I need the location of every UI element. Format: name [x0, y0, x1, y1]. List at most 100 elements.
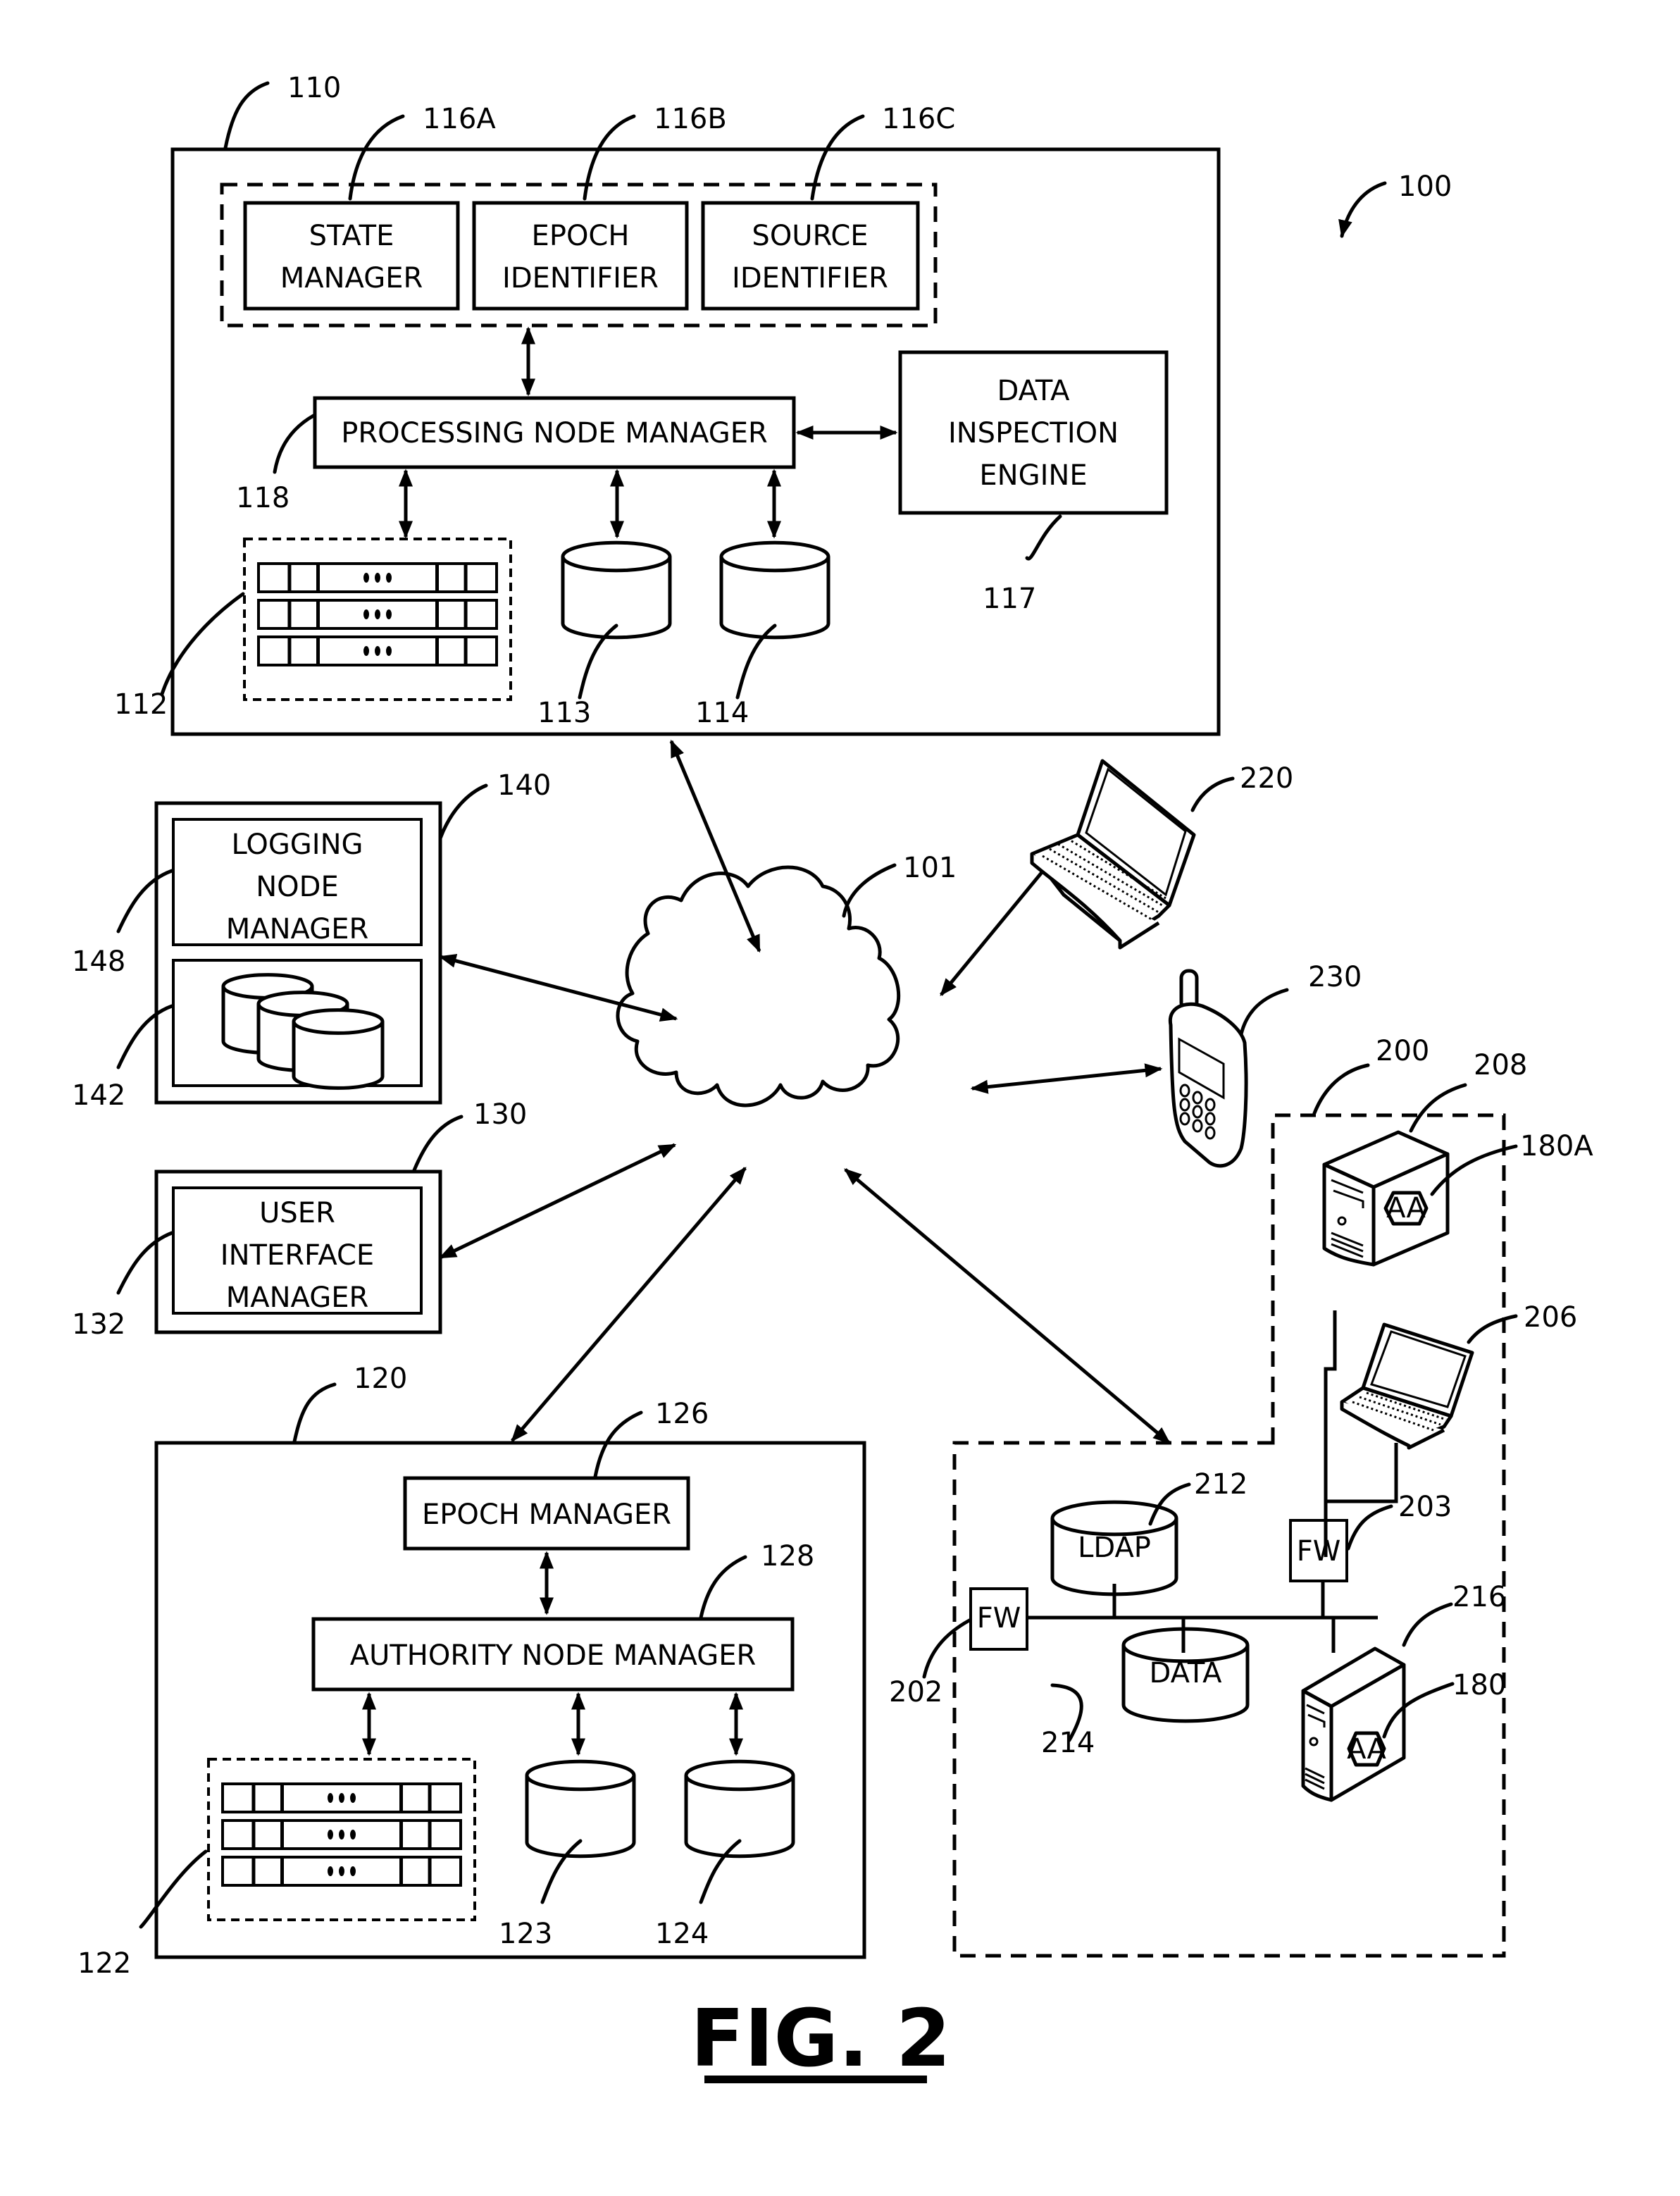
cylinder-top [292, 1008, 385, 1035]
authority-cloud-arrow [511, 1167, 747, 1442]
system-reference: 100 [1338, 170, 1452, 238]
laptop-icon[interactable] [1340, 1322, 1474, 1450]
ui-node-leader [412, 1115, 463, 1172]
rack-unit [221, 1782, 462, 1813]
client-laptop-ref: 220 [1240, 762, 1293, 795]
logging-manager-line2: NODE [256, 871, 338, 903]
ui-cloud-arrow [438, 1143, 677, 1260]
source-identifier-line2: IDENTIFIER [732, 262, 888, 294]
customer-network-leader [1312, 1063, 1370, 1115]
mobile-phone-icon[interactable] [1168, 969, 1248, 1168]
logging-manager-line1: LOGGING [231, 829, 363, 861]
logging-node-leader [438, 783, 488, 840]
customer-laptop[interactable] [1340, 1322, 1474, 1450]
mobile-phone[interactable]: 230 [1168, 961, 1362, 1168]
state-manager-ref: 116A [423, 103, 496, 135]
ui-manager-line2: INTERFACE [220, 1239, 374, 1272]
customer-laptop-leader [1467, 1314, 1518, 1344]
authority-node-leader [292, 1382, 337, 1444]
firewall-upper-ref: 203 [1398, 1491, 1452, 1523]
ldap-ref: 212 [1194, 1468, 1247, 1501]
phone-cloud-arrow [970, 1063, 1163, 1094]
firewall-left-leader [922, 1618, 971, 1679]
agent-top-ref: 180A [1520, 1130, 1593, 1162]
epoch-manager-label: EPOCH MANAGER [422, 1499, 671, 1531]
agent-badge[interactable]: AA [1383, 1191, 1429, 1226]
network-leader [842, 863, 897, 918]
processing-node[interactable]: 110 STATE MANAGER 116A EPOCH IDENTIFIER … [114, 72, 1221, 736]
inspection-engine-ref: 117 [983, 583, 1036, 615]
customer-laptop-wire [1326, 1443, 1398, 1503]
inspection-engine-line2: INSPECTION [948, 417, 1119, 449]
customer-network[interactable]: 200 AA 208 180A 206 FW 203 FW 202 LDAP 2… [889, 1035, 1593, 1958]
rack-unit [221, 1856, 462, 1887]
server-top-ref: 208 [1474, 1049, 1527, 1081]
figure-canvas: 100 110 STATE MANAGER 116A EPOCH IDENTIF… [72, 72, 1593, 2085]
client-laptop[interactable]: 220 [1030, 759, 1293, 950]
server-top[interactable]: AA [1322, 1130, 1450, 1267]
authority-rack-ref: 122 [77, 1947, 131, 1980]
processing-node-manager-ref: 118 [236, 482, 290, 514]
cylinder-top [719, 540, 830, 573]
processing-node-ref: 110 [287, 72, 341, 104]
rack-unit [221, 1819, 462, 1850]
source-identifier-module[interactable]: SOURCE IDENTIFIER 116C [701, 103, 955, 311]
server-top-leader [1409, 1083, 1467, 1133]
db114-ref: 114 [695, 697, 749, 729]
figure-title: FIG. 2 [690, 1993, 951, 2085]
source-identifier-line1: SOURCE [752, 220, 868, 252]
data-store-label: DATA [1149, 1657, 1222, 1689]
authority-manager-label: AUTHORITY NODE MANAGER [350, 1639, 757, 1672]
agent-bottom-ref-visible: 180 [1452, 1669, 1506, 1701]
ui-manager-line3: MANAGER [226, 1282, 369, 1314]
authority-node-ref: 120 [354, 1363, 407, 1395]
data-store-ref: 214 [1041, 1727, 1095, 1759]
cylinder-top [684, 1759, 795, 1792]
cloud-icon[interactable] [616, 865, 901, 1108]
system-ref-arrow [1338, 181, 1387, 238]
epoch-manager-ref: 126 [655, 1398, 709, 1430]
firewall-upper-label: FW [1297, 1535, 1341, 1568]
ldap-store[interactable]: LDAP 212 [1050, 1468, 1247, 1596]
epoch-identifier-line2: IDENTIFIER [502, 262, 659, 294]
logging-manager-line3: MANAGER [226, 913, 369, 945]
firewall-upper-leader [1346, 1504, 1393, 1551]
rack-unit [257, 599, 498, 630]
phone-leader [1239, 988, 1289, 1036]
cylinder-top [525, 1759, 636, 1792]
firewall-left-label: FW [977, 1602, 1021, 1634]
server-bottom-leader [1402, 1602, 1453, 1647]
network-ref: 101 [903, 852, 957, 884]
database-icon [719, 540, 830, 640]
epoch-identifier-ref: 116B [654, 103, 727, 135]
agent-badge[interactable]: AA [1347, 1731, 1387, 1767]
firewall-upper[interactable]: FW 203 [1289, 1491, 1452, 1582]
network-cloud[interactable]: 101 [616, 852, 957, 1108]
agent-top-label: AA [1386, 1192, 1426, 1224]
inspection-engine-line1: DATA [997, 375, 1070, 407]
rack-unit [257, 635, 498, 666]
db113-ref: 113 [537, 697, 591, 729]
state-manager-module[interactable]: STATE MANAGER 116A [243, 103, 496, 311]
logging-node[interactable]: 140 LOGGING NODE MANAGER 148 142 [72, 769, 551, 1112]
db123-ref: 123 [499, 1918, 552, 1950]
firewall-left-ref: 202 [889, 1676, 942, 1708]
figure-title-underline [704, 2076, 927, 2083]
authority-node[interactable]: 120 EPOCH MANAGER 126 AUTHORITY NODE MAN… [77, 1363, 866, 1980]
server-rack-ref: 112 [114, 688, 168, 721]
ui-manager-ref: 132 [72, 1308, 125, 1341]
phone-ref: 230 [1308, 961, 1362, 993]
laptop-icon[interactable] [1030, 759, 1196, 950]
state-manager-line1: STATE [309, 220, 394, 252]
processing-node-manager-label: PROCESSING NODE MANAGER [341, 417, 768, 449]
rack-unit [257, 562, 498, 593]
data-store[interactable]: DATA 214 [1041, 1627, 1250, 1759]
cylinder-top [561, 540, 672, 573]
logging-storage-ref: 142 [72, 1079, 125, 1112]
firewall-left[interactable]: FW 202 [889, 1587, 1028, 1708]
ui-manager-line1: USER [259, 1197, 335, 1229]
ui-node[interactable]: 130 USER INTERFACE MANAGER 132 [72, 1098, 527, 1341]
system-ref-label: 100 [1398, 170, 1452, 203]
ldap-label: LDAP [1078, 1532, 1151, 1564]
customer-laptop-ref: 206 [1524, 1301, 1577, 1334]
